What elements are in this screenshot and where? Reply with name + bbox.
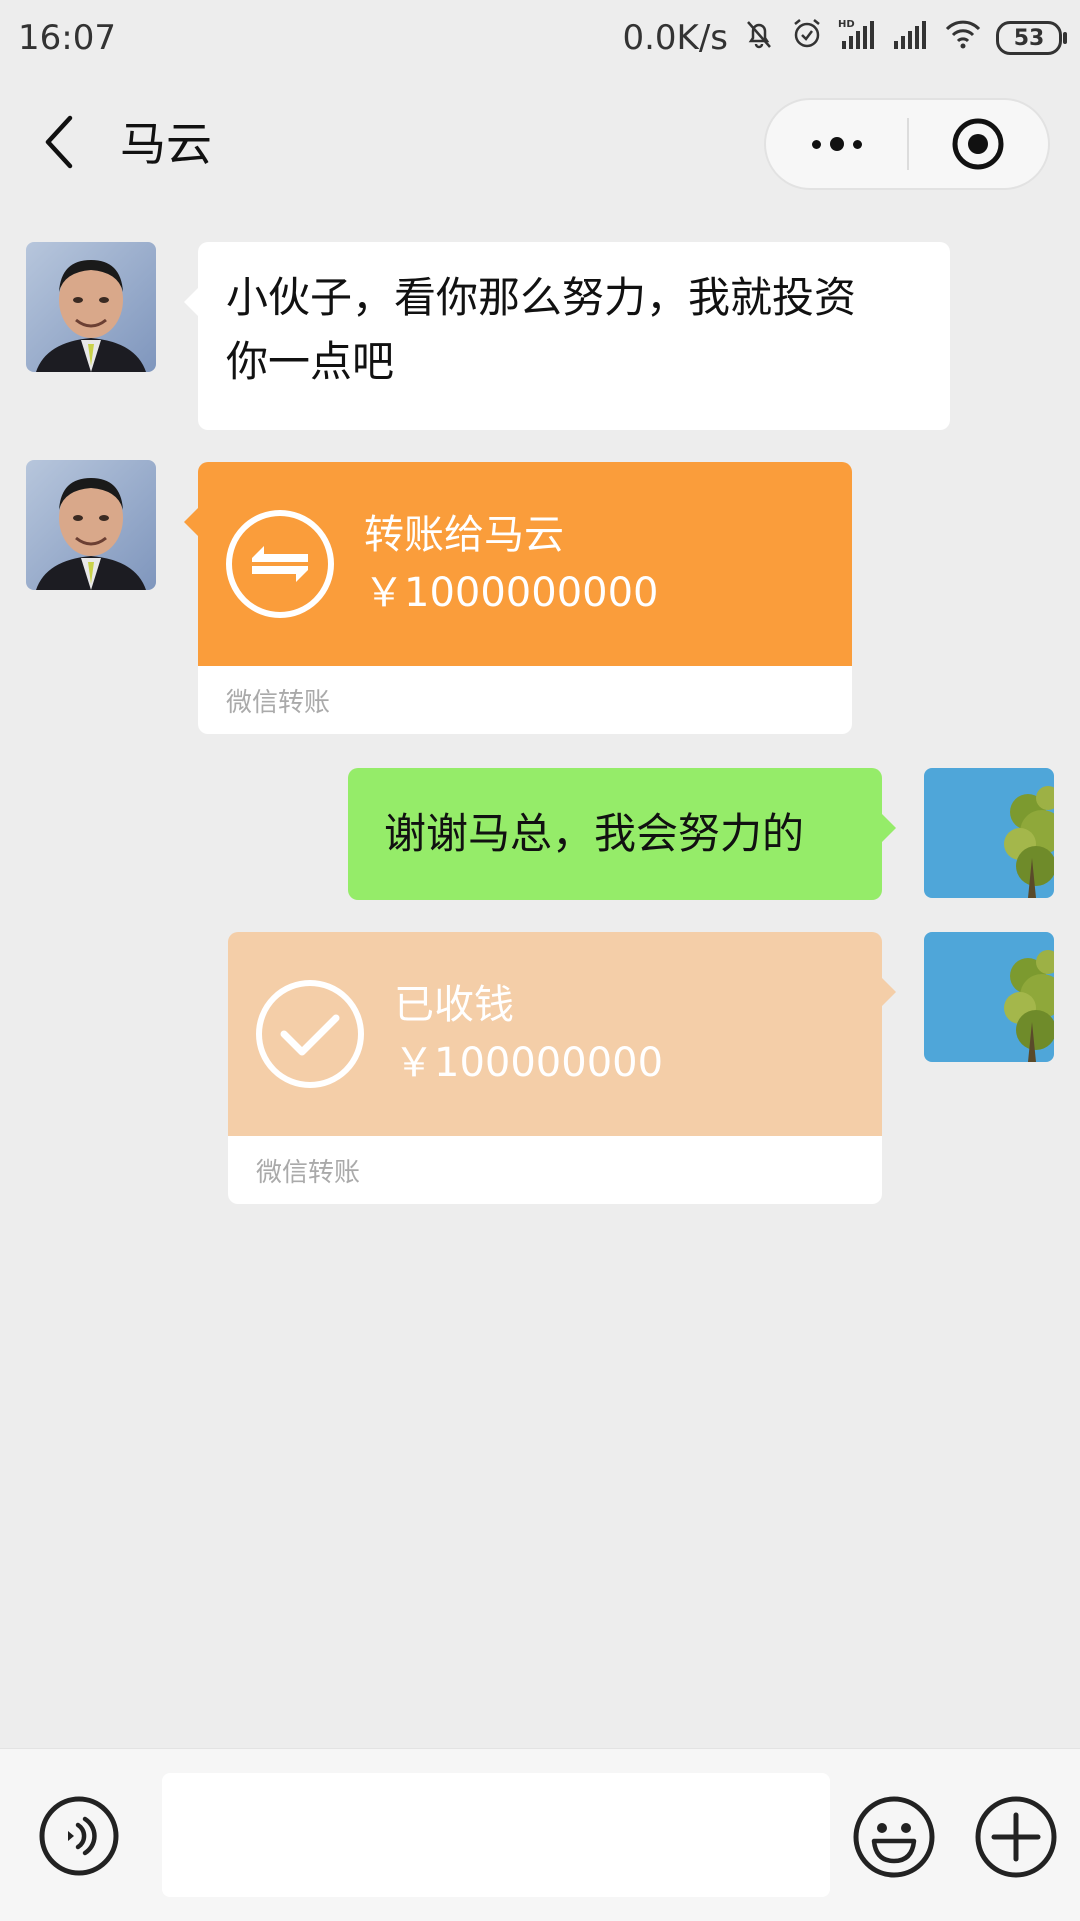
status-bar: 16:07 0.0K/s HD 53 bbox=[0, 0, 1080, 76]
transfer-title: 已收钱 bbox=[394, 982, 514, 1028]
checkmark-circle-icon bbox=[256, 980, 364, 1088]
transfer-title: 转账给马云 bbox=[364, 512, 564, 558]
alarm-icon bbox=[790, 17, 824, 60]
message-text-line: 小伙子，看你那么努力，我就投资 bbox=[226, 273, 857, 322]
transfer-footer: 微信转账 bbox=[228, 1136, 882, 1204]
chevron-left-icon bbox=[45, 115, 73, 169]
more-button[interactable] bbox=[766, 100, 907, 188]
nav-bar: 马云 bbox=[0, 90, 1080, 200]
input-bar bbox=[0, 1748, 1080, 1921]
back-button[interactable] bbox=[30, 112, 90, 172]
message-text-line: 你一点吧 bbox=[226, 337, 395, 386]
status-icons: 0.0K/s HD 53 bbox=[622, 17, 1067, 60]
transfer-amount: ￥100000000 bbox=[394, 1040, 664, 1086]
hd-signal-icon: HD bbox=[838, 17, 878, 60]
transfer-footer: 微信转账 bbox=[198, 666, 852, 734]
avatar-self[interactable] bbox=[924, 932, 1054, 1062]
transfer-card-header: 转账给马云 ￥1000000000 bbox=[184, 462, 852, 666]
transfer-card-sent[interactable]: 转账给马云 ￥1000000000 微信转账 bbox=[184, 462, 852, 734]
transfer-info: 已收钱 ￥100000000 bbox=[394, 979, 663, 1089]
more-dots-icon bbox=[811, 139, 821, 149]
emoji-icon bbox=[853, 1796, 935, 1878]
avatar-jack-ma[interactable] bbox=[26, 460, 156, 590]
status-time: 16:07 bbox=[18, 18, 116, 58]
close-button[interactable] bbox=[909, 100, 1048, 188]
transfer-card-header: 已收钱 ￥100000000 bbox=[228, 932, 896, 1136]
transfer-info: 转账给马云 ￥1000000000 bbox=[364, 509, 659, 619]
avatar-self[interactable] bbox=[924, 768, 1054, 898]
plus-icon bbox=[975, 1796, 1057, 1878]
voice-icon bbox=[39, 1796, 119, 1876]
mini-program-capsule bbox=[764, 98, 1050, 190]
target-circle-icon bbox=[952, 118, 1004, 170]
avatar-jack-ma[interactable] bbox=[26, 242, 156, 372]
message-text: 谢谢马总，我会努力的 bbox=[384, 809, 805, 858]
page-title: 马云 bbox=[120, 117, 212, 171]
wifi-icon bbox=[944, 17, 982, 60]
transfer-arrows-icon bbox=[226, 510, 334, 618]
network-speed: 0.0K/s bbox=[622, 18, 728, 58]
transfer-card-received[interactable]: 已收钱 ￥100000000 微信转账 bbox=[228, 932, 896, 1204]
emoji-button[interactable] bbox=[852, 1795, 936, 1879]
transfer-amount: ￥1000000000 bbox=[364, 570, 659, 616]
signal-icon bbox=[892, 17, 930, 60]
message-input[interactable] bbox=[162, 1773, 830, 1897]
message-bubble-text[interactable]: 小伙子，看你那么努力，我就投资 你一点吧 bbox=[184, 242, 950, 430]
battery-indicator: 53 bbox=[996, 21, 1067, 55]
message-bubble-text-sent[interactable]: 谢谢马总，我会努力的 bbox=[348, 768, 896, 900]
svg-text:HD: HD bbox=[838, 19, 855, 30]
voice-button[interactable] bbox=[38, 1795, 120, 1877]
more-functions-button[interactable] bbox=[974, 1795, 1058, 1879]
mute-bell-icon bbox=[742, 17, 776, 60]
